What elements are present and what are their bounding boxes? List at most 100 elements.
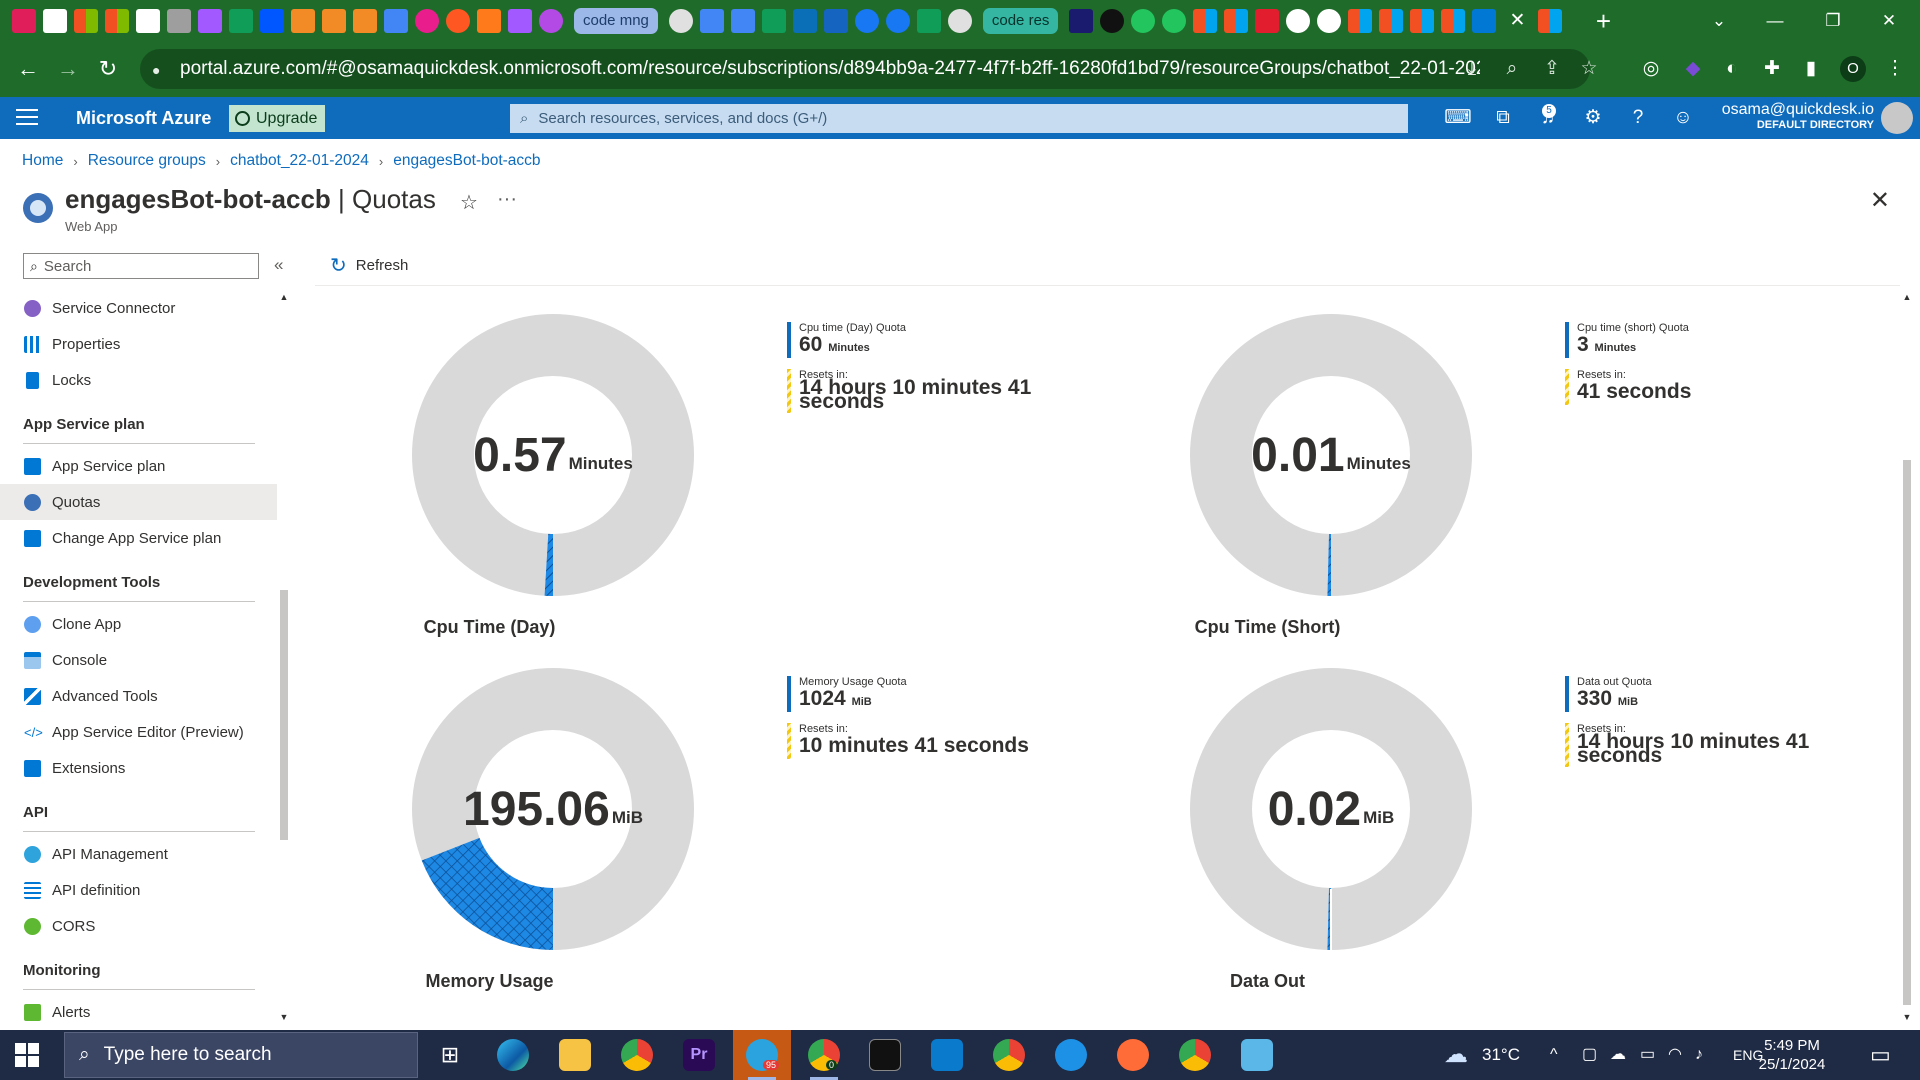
weather-temp[interactable]: 31°C: [1482, 1030, 1520, 1080]
zoom-icon[interactable]: ⌕: [1493, 49, 1531, 89]
nav-item-quotas[interactable]: Quotas: [0, 484, 277, 520]
scrollbar-thumb[interactable]: [280, 590, 288, 840]
design-tab-icon[interactable]: [415, 8, 439, 33]
facebook-tab-icon[interactable]: [885, 8, 910, 33]
user-avatar[interactable]: [1881, 102, 1913, 134]
globe-tab-icon[interactable]: [947, 8, 972, 33]
share-icon[interactable]: ⇪: [1533, 49, 1571, 89]
bookmark-star-icon[interactable]: ☆: [1570, 49, 1608, 89]
tab-group-code-res[interactable]: code res: [982, 7, 1059, 34]
chrome-icon[interactable]: [621, 1039, 653, 1071]
wifi-icon[interactable]: ◠: [1668, 1030, 1682, 1080]
docker-icon[interactable]: [1055, 1039, 1087, 1071]
cloud-shell-icon[interactable]: ⌨: [1443, 104, 1473, 132]
menu-scrollbar[interactable]: ▲ ▼: [279, 290, 289, 1026]
nav-item-service-connector[interactable]: Service Connector: [0, 290, 277, 326]
azure-tab-icon[interactable]: [1472, 8, 1497, 33]
action-center-icon[interactable]: ▭: [1870, 1042, 1891, 1068]
portal-menu-icon[interactable]: [16, 109, 38, 127]
extension-icon[interactable]: ◆: [1674, 49, 1712, 89]
nav-item-app-service-plan[interactable]: App Service plan: [0, 448, 277, 484]
system-clock[interactable]: 5:49 PM 25/1/2024: [1752, 1036, 1832, 1074]
tray-app-icon[interactable]: ▢: [1582, 1030, 1597, 1080]
menu-search-input[interactable]: ⌕ Search: [23, 253, 259, 279]
tab-search-icon[interactable]: ⌄: [1696, 0, 1742, 41]
minimize-icon[interactable]: —: [1752, 0, 1798, 41]
github-tab-icon[interactable]: [1286, 8, 1311, 33]
show-hidden-icons[interactable]: ^: [1550, 1030, 1558, 1080]
breadcrumb-resource-group[interactable]: chatbot_22-01-2024: [230, 152, 369, 170]
scrollbar-thumb[interactable]: [1903, 460, 1911, 1005]
new-tab-icon[interactable]: +: [1589, 7, 1617, 35]
nav-item-properties[interactable]: Properties: [0, 326, 277, 362]
collapse-menu-icon[interactable]: «: [274, 255, 283, 275]
windows-start-icon[interactable]: [15, 1043, 39, 1067]
code-tab-icon[interactable]: [291, 8, 315, 33]
microsoft-tab-icon[interactable]: [74, 8, 98, 33]
app-tab-icon[interactable]: [1131, 8, 1156, 33]
calendar-tab-icon[interactable]: [384, 8, 408, 33]
nav-item-locks[interactable]: Locks: [0, 362, 277, 398]
microsoft-tab-icon[interactable]: [1193, 8, 1218, 33]
nav-item-api-management[interactable]: API Management: [0, 836, 277, 872]
refresh-button[interactable]: Refresh: [356, 257, 409, 274]
scroll-up-icon[interactable]: ▲: [279, 292, 289, 302]
scroll-up-icon[interactable]: ▲: [1902, 292, 1912, 302]
globe-tab-icon[interactable]: [668, 8, 693, 33]
nav-item-api-definition[interactable]: API definition: [0, 872, 277, 908]
site-info-icon[interactable]: ●: [152, 62, 166, 78]
microsoft-tab-icon[interactable]: [1348, 8, 1373, 33]
url-box[interactable]: ● portal.azure.com/#@osamaquickdesk.onmi…: [140, 49, 1598, 89]
upgrade-button[interactable]: Upgrade: [229, 105, 326, 132]
feedback-icon[interactable]: ☺: [1668, 104, 1698, 132]
edge-icon[interactable]: [497, 1039, 529, 1071]
virtualbox-icon[interactable]: [1241, 1039, 1273, 1071]
content-scrollbar[interactable]: ▲ ▼: [1902, 290, 1912, 1026]
vscode-icon[interactable]: [931, 1039, 963, 1071]
nav-item-advanced-tools[interactable]: Advanced Tools: [0, 678, 277, 714]
more-options-icon[interactable]: ···: [497, 188, 517, 211]
reload-icon[interactable]: ↻: [88, 49, 128, 89]
github-tab-icon[interactable]: [1317, 8, 1342, 33]
figma-tab-icon[interactable]: [198, 8, 222, 33]
breadcrumb-resource[interactable]: engagesBot-bot-accb: [393, 152, 540, 170]
figma-tab-icon[interactable]: [508, 8, 532, 33]
directory-filter-icon[interactable]: ⧉: [1488, 104, 1518, 132]
browser-menu-icon[interactable]: ⋮: [1876, 49, 1914, 89]
docs-tab-icon[interactable]: [699, 8, 724, 33]
microsoft-tab-icon[interactable]: [1410, 8, 1435, 33]
nav-item-console[interactable]: Console: [0, 642, 277, 678]
docs-tab-icon[interactable]: [730, 8, 755, 33]
premiere-pro-icon[interactable]: Pr: [683, 1039, 715, 1071]
gmail-tab-icon[interactable]: [43, 8, 67, 33]
help-icon[interactable]: ?: [1623, 104, 1653, 132]
extension-icon[interactable]: ◐: [1713, 49, 1751, 89]
nav-item-extensions[interactable]: Extensions: [0, 750, 277, 786]
task-view-icon[interactable]: ⊞: [434, 1039, 466, 1071]
azure-brand[interactable]: Microsoft Azure: [76, 97, 211, 139]
chart-tab-icon[interactable]: [167, 8, 191, 33]
tab-group-code-mng[interactable]: code mng: [574, 7, 658, 34]
sheets-tab-icon[interactable]: [229, 8, 253, 33]
microsoft-tab-icon[interactable]: [105, 8, 129, 33]
app-tab-icon[interactable]: [1162, 8, 1187, 33]
nav-item-change-app-service-plan[interactable]: Change App Service plan: [0, 520, 277, 556]
openai-tab-icon[interactable]: [1100, 8, 1125, 33]
profile-avatar[interactable]: O: [1840, 56, 1866, 82]
refresh-icon[interactable]: ↻: [330, 253, 347, 278]
app-tab-icon[interactable]: [446, 8, 470, 33]
extension-record-icon[interactable]: ◎: [1632, 49, 1670, 89]
notion-tab-icon[interactable]: [1069, 8, 1094, 33]
install-app-icon[interactable]: ⤓: [1453, 49, 1491, 89]
tab-close-icon[interactable]: ✕: [1503, 7, 1531, 35]
file-explorer-icon[interactable]: [559, 1039, 591, 1071]
weather-icon[interactable]: ☁: [1444, 1030, 1468, 1080]
code-tab-icon[interactable]: [322, 8, 346, 33]
nav-item-app-service-editor[interactable]: </> App Service Editor (Preview): [0, 714, 277, 750]
side-panel-icon[interactable]: ▮: [1792, 49, 1830, 89]
nav-item-alerts[interactable]: Alerts: [0, 994, 277, 1030]
sheets-tab-icon[interactable]: [761, 8, 786, 33]
microsoft-tab-icon[interactable]: [1441, 8, 1466, 33]
volume-icon[interactable]: ♪: [1695, 1030, 1703, 1080]
sheets-tab-icon[interactable]: [916, 8, 941, 33]
